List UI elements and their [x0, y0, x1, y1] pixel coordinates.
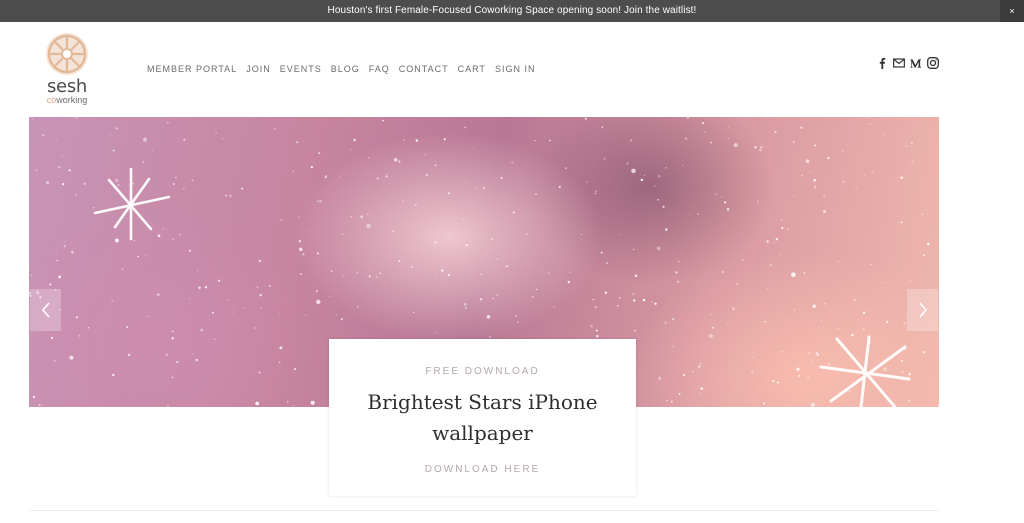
hero-caption-card: FREE DOWNLOAD Brightest Stars iPhone wal…	[329, 339, 636, 496]
slider-prev-button[interactable]	[30, 289, 61, 331]
nav-blog[interactable]: BLOG	[331, 64, 360, 74]
nav-cart[interactable]: CART	[458, 64, 486, 74]
nav-join[interactable]: JOIN	[246, 64, 271, 74]
facebook-icon[interactable]	[876, 57, 888, 69]
sparkle-left-icon	[93, 167, 171, 241]
download-here-link[interactable]: DOWNLOAD HERE	[329, 464, 636, 475]
chevron-right-icon	[918, 302, 927, 318]
card-title[interactable]: Brightest Stars iPhone wallpaper	[349, 387, 616, 449]
close-announcement-button[interactable]: ×	[1000, 0, 1024, 22]
site-logo[interactable]: sesh coworking	[40, 32, 94, 112]
announcement-text[interactable]: Houston's first Female-Focused Coworking…	[328, 5, 697, 16]
sunburst-logo-icon	[46, 33, 88, 75]
nav-faq[interactable]: FAQ	[369, 64, 390, 74]
instagram-icon[interactable]	[927, 57, 939, 69]
main-nav: MEMBER PORTAL JOIN EVENTS BLOG FAQ CONTA…	[147, 64, 535, 74]
announcement-bar: Houston's first Female-Focused Coworking…	[0, 0, 1024, 22]
nav-sign-in[interactable]: SIGN IN	[495, 64, 536, 74]
card-kicker: FREE DOWNLOAD	[425, 366, 540, 377]
chevron-left-icon	[41, 302, 50, 318]
sparkle-right-icon	[819, 335, 911, 407]
nav-events[interactable]: EVENTS	[280, 64, 322, 74]
logo-subtitle-rest: working	[56, 95, 88, 105]
slider-next-button[interactable]	[907, 289, 938, 331]
logo-subtitle-accent: co	[46, 95, 57, 105]
logo-wordmark: sesh	[46, 76, 88, 97]
email-icon[interactable]	[893, 57, 905, 69]
logo-subtitle: coworking	[40, 95, 94, 105]
medium-icon[interactable]	[910, 57, 922, 69]
nav-member-portal[interactable]: MEMBER PORTAL	[147, 64, 237, 74]
nav-contact[interactable]: CONTACT	[399, 64, 449, 74]
section-divider	[29, 510, 939, 511]
social-links	[876, 57, 939, 69]
